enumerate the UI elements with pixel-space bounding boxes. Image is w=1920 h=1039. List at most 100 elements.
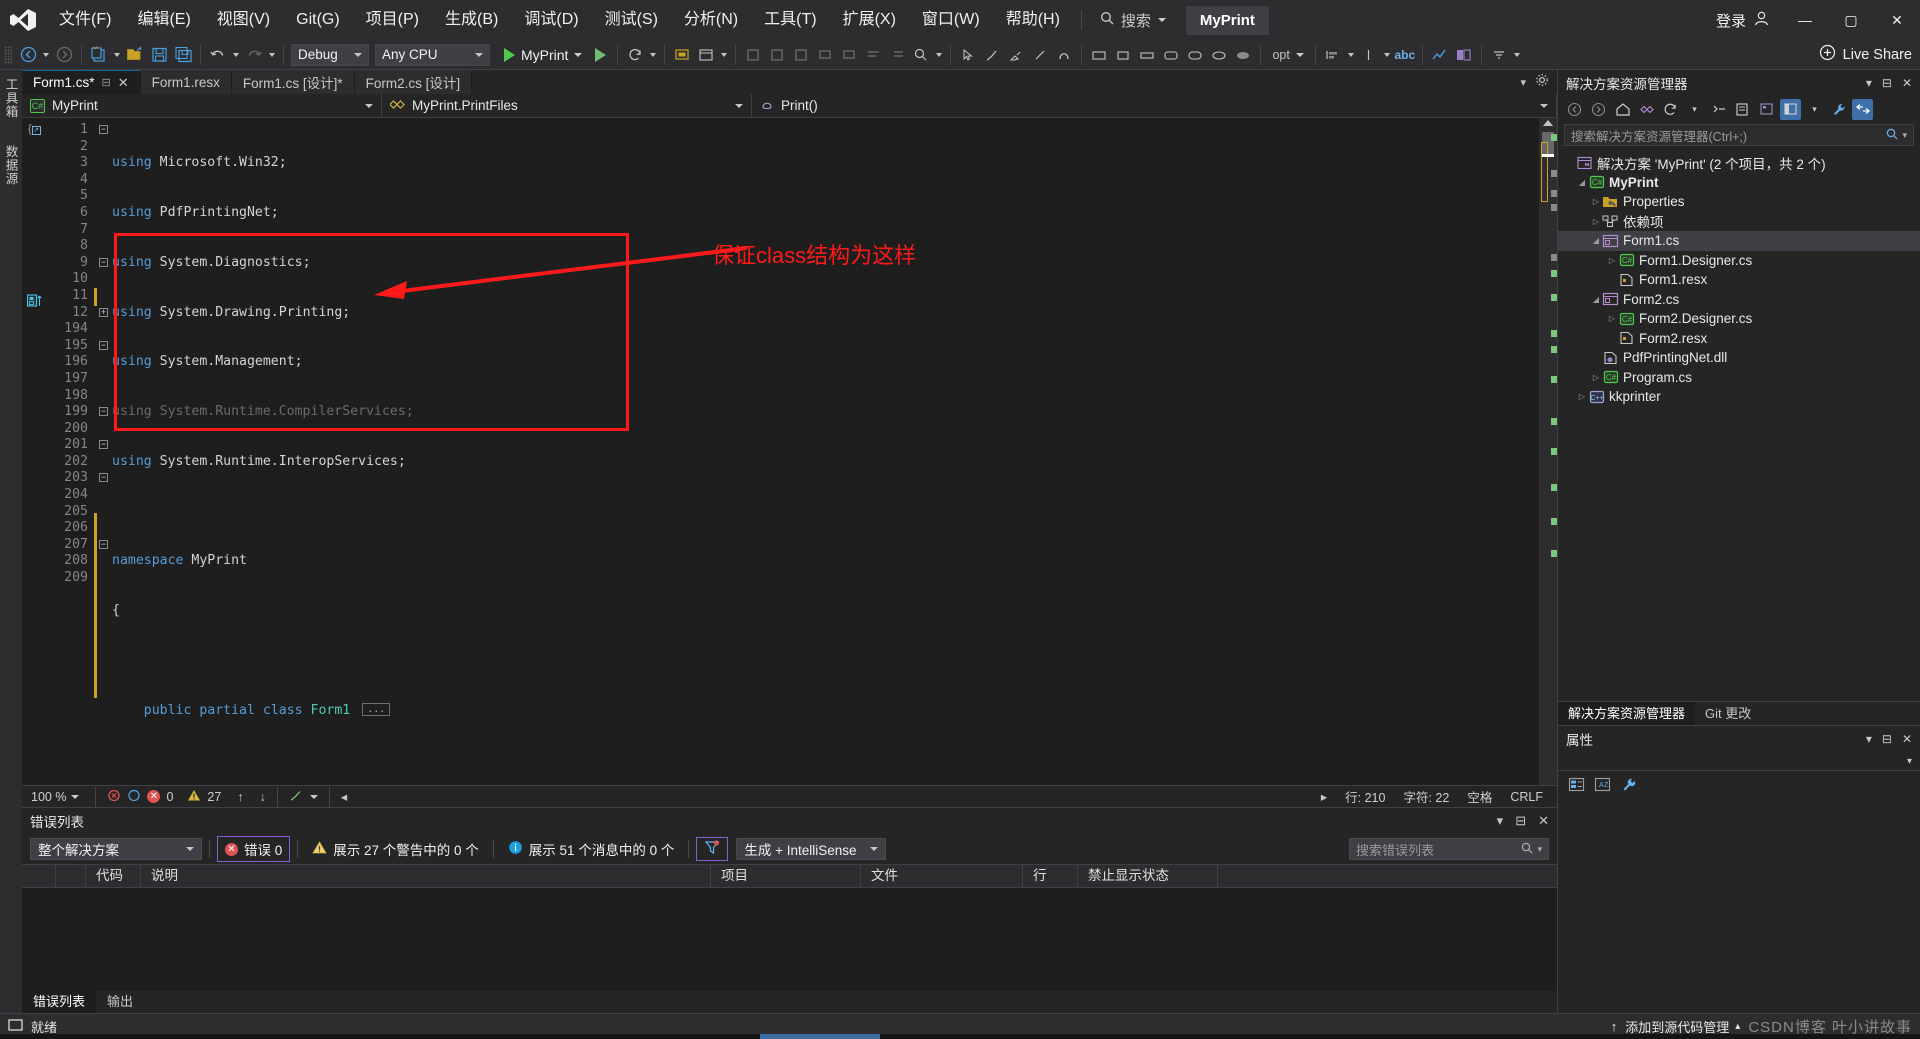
rounded-rect2-icon[interactable]	[1183, 43, 1207, 67]
spelling-icon[interactable]: abc	[1393, 43, 1417, 67]
errors-filter-button[interactable]: ✕ 错误 0	[217, 836, 291, 862]
tab-solution-explorer[interactable]: 解决方案资源管理器	[1558, 702, 1696, 725]
twisty-closed-icon[interactable]: ▷	[1576, 392, 1588, 401]
opt-button[interactable]: opt	[1266, 43, 1309, 67]
arc-icon[interactable]	[1052, 43, 1076, 67]
tree-item-dependencies[interactable]: ▷ 依赖项	[1558, 212, 1920, 232]
tree-item-solution[interactable]: 解决方案 'MyPrint' (2 个项目，共 2 个)	[1558, 153, 1920, 173]
indent-icon[interactable]	[885, 43, 909, 67]
chevron-down-icon[interactable]: ▾	[1537, 844, 1542, 855]
tab-output[interactable]: 输出	[96, 991, 144, 1013]
new-item-dropdown[interactable]	[111, 43, 123, 67]
tree-item-form1-designer-cs[interactable]: ▷ C# Form1.Designer.cs	[1558, 251, 1920, 271]
tree-item-kkprinter-project[interactable]: ▷ C++ kkprinter	[1558, 387, 1920, 407]
pin-icon[interactable]: ⊟	[1882, 732, 1892, 746]
maximize-button[interactable]: ▢	[1828, 0, 1874, 40]
show-all-files-icon[interactable]	[1732, 99, 1753, 120]
chevron-down-icon-2[interactable]: ▾	[1804, 99, 1825, 120]
error-scope-combo[interactable]: 整个解决方案	[30, 838, 202, 860]
menu-project[interactable]: 项目(P)	[353, 0, 432, 40]
eol-indicator[interactable]: CRLF	[1510, 790, 1543, 804]
home-icon[interactable]	[1612, 99, 1633, 120]
fold-toggle-minus[interactable]: −	[99, 340, 108, 350]
menu-window[interactable]: 窗口(W)	[909, 0, 993, 40]
save-all-icon[interactable]	[171, 43, 195, 67]
code-editor[interactable]: {↗ 1 2 3 4 5 6 7 8 9 10 11 12 194 195 19…	[22, 118, 1557, 785]
twisty-closed-icon[interactable]: ▷	[1590, 197, 1602, 206]
menu-test[interactable]: 测试(S)	[592, 0, 671, 40]
fold-toggle-minus[interactable]: −	[99, 257, 108, 267]
navbar-type-dropdown[interactable]: MyPrint.PrintFiles	[382, 94, 752, 117]
editor-scrollbar[interactable]	[1539, 118, 1557, 785]
menu-view[interactable]: 视图(V)	[204, 0, 283, 40]
fold-toggle-minus[interactable]: −	[99, 407, 108, 417]
twisty-closed-icon[interactable]: ▷	[1606, 314, 1618, 323]
menu-git[interactable]: Git(G)	[283, 0, 353, 40]
solution-platform-combo[interactable]: Any CPU	[375, 43, 490, 66]
comment-icon[interactable]	[813, 43, 837, 67]
scroll-right-icon[interactable]: ▸	[1321, 789, 1327, 804]
ellipse-icon[interactable]	[1207, 43, 1231, 67]
align-left-icon[interactable]	[1321, 43, 1345, 67]
column-header-code[interactable]: 代码	[86, 864, 141, 888]
layout-dropdown[interactable]	[1511, 43, 1523, 67]
back-icon[interactable]	[1564, 99, 1585, 120]
tree-item-pdfprintingnet-dll[interactable]: PdfPrintingNet.dll	[1558, 348, 1920, 368]
menu-debug[interactable]: 调试(D)	[511, 0, 591, 40]
uncomment-icon[interactable]	[837, 43, 861, 67]
chevron-down-icon[interactable]: ▾	[1497, 813, 1504, 829]
rect-small-icon[interactable]	[1111, 43, 1135, 67]
indentation-indicator[interactable]: 空格	[1467, 787, 1492, 806]
tab-form1-cs[interactable]: Form1.cs* ⊟ ✕	[22, 70, 141, 94]
start-without-debugging-icon[interactable]	[588, 43, 612, 67]
close-icon[interactable]: ✕	[118, 75, 129, 91]
align-center-dropdown[interactable]	[1381, 43, 1393, 67]
tree-item-form2-resx[interactable]: Form2.resx	[1558, 329, 1920, 349]
properties-grid[interactable]	[1558, 798, 1920, 1013]
solution-tree[interactable]: 解决方案 'MyPrint' (2 个项目，共 2 个) ◢ C# MyPrin…	[1558, 150, 1920, 407]
glyph-margin[interactable]: {↗	[22, 118, 48, 785]
chevron-down-icon[interactable]: ▾	[1866, 76, 1872, 90]
view-class-icon[interactable]	[1636, 99, 1657, 120]
error-list-grid[interactable]	[22, 888, 1557, 991]
menu-tools[interactable]: 工具(T)	[751, 0, 829, 40]
rect-shape-icon[interactable]	[1087, 43, 1111, 67]
solution-explorer-search-input[interactable]: 搜索解决方案资源管理器(Ctrl+;) ▾	[1564, 124, 1914, 146]
properties-page-icon[interactable]	[1618, 774, 1639, 795]
line-icon[interactable]	[1028, 43, 1052, 67]
menu-extensions[interactable]: 扩展(X)	[830, 0, 909, 40]
navbar-project-dropdown[interactable]: C# MyPrint	[22, 94, 382, 117]
chevron-down-icon[interactable]	[309, 794, 318, 799]
outlining-margin[interactable]: − − + − − − − −	[98, 118, 112, 785]
chevron-down-icon[interactable]: ▾	[1520, 76, 1526, 89]
build-intellisense-toggle[interactable]	[696, 837, 729, 861]
twisty-closed-icon[interactable]: ▷	[1606, 256, 1618, 265]
twisty-open-icon[interactable]: ◢	[1590, 295, 1602, 304]
properties-icon[interactable]	[1756, 99, 1777, 120]
refresh-icon[interactable]	[1660, 99, 1681, 120]
column-header-suppression[interactable]: 禁止显示状态	[1078, 864, 1218, 888]
arrow-up-icon[interactable]: ↑	[237, 790, 243, 804]
ellipse-filled-icon[interactable]	[1231, 43, 1255, 67]
hot-reload-dropdown[interactable]	[647, 43, 659, 67]
column-header-file[interactable]: 文件	[861, 864, 1023, 888]
column-header-project[interactable]: 项目	[711, 864, 861, 888]
data-sources-tab[interactable]: 数据源	[2, 145, 21, 186]
menu-edit[interactable]: 编辑(E)	[124, 0, 203, 40]
align-center-icon[interactable]	[1357, 43, 1381, 67]
column-header-description[interactable]: 说明	[141, 864, 711, 888]
redo-icon[interactable]	[242, 43, 266, 67]
tab-git-changes[interactable]: Git 更改	[1695, 702, 1761, 725]
fold-toggle-minus[interactable]: −	[99, 440, 108, 450]
chevron-down-icon[interactable]: ▾	[1907, 756, 1912, 767]
search-icon[interactable]	[1521, 842, 1533, 857]
tree-item-form1-resx[interactable]: Form1.resx	[1558, 270, 1920, 290]
menu-help[interactable]: 帮助(H)	[993, 0, 1073, 40]
tab-form1-designer[interactable]: Form1.cs [设计]*	[231, 70, 355, 94]
open-file-icon[interactable]	[123, 43, 147, 67]
issue-nav-icon[interactable]	[107, 789, 121, 805]
zoom-level-combo[interactable]: 100 %	[26, 790, 84, 804]
categorized-icon[interactable]	[1566, 774, 1587, 795]
step-over-icon[interactable]	[765, 43, 789, 67]
chevron-down-icon[interactable]: ▾	[1684, 99, 1705, 120]
